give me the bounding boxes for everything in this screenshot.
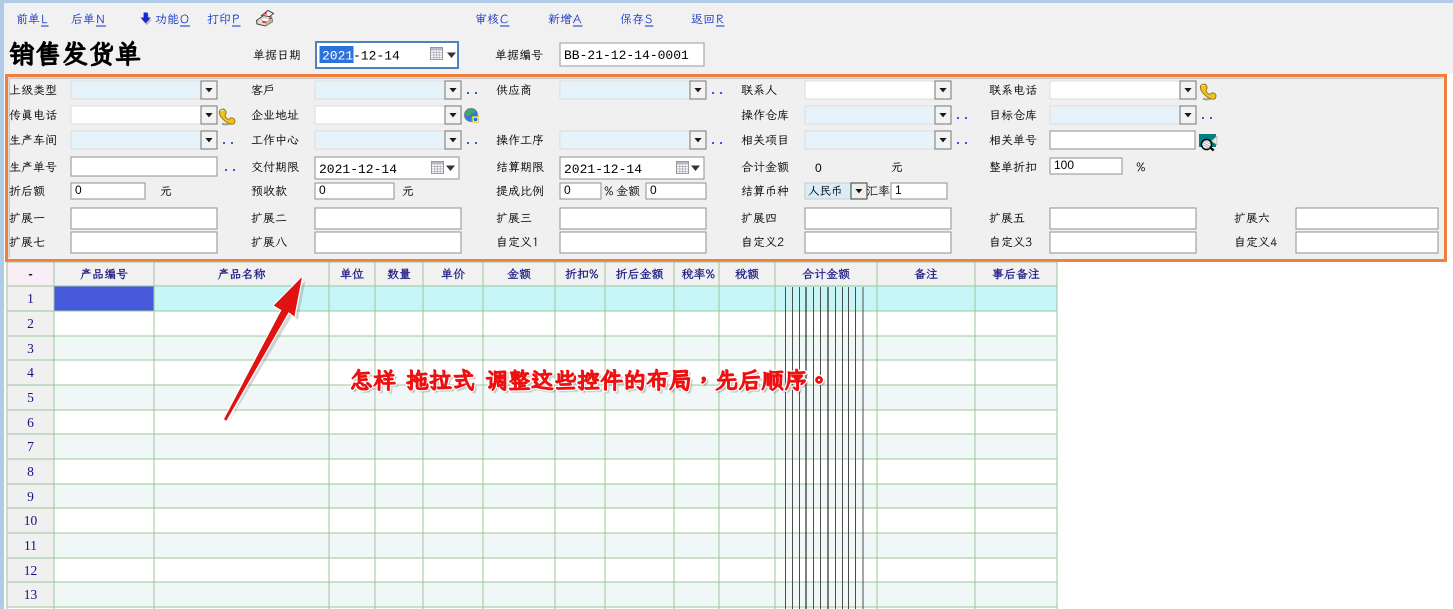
svg-text:9: 9 — [27, 489, 34, 504]
svg-text:5: 5 — [27, 390, 34, 405]
svg-text:2: 2 — [27, 316, 34, 331]
svg-text:2021-12-14: 2021-12-14 — [564, 162, 642, 177]
svg-text:-: - — [28, 266, 32, 281]
svg-text:7: 7 — [27, 439, 34, 454]
svg-text:3: 3 — [27, 341, 34, 356]
svg-text:6: 6 — [27, 415, 34, 430]
svg-text:100: 100 — [1054, 158, 1074, 172]
svg-text:0: 0 — [650, 183, 657, 197]
svg-text:0: 0 — [75, 183, 82, 197]
svg-text:0: 0 — [564, 183, 571, 197]
svg-text:2021-12-14: 2021-12-14 — [319, 162, 397, 177]
svg-text:12: 12 — [24, 563, 38, 578]
svg-text:0: 0 — [319, 183, 326, 197]
svg-text:-12-14: -12-14 — [353, 49, 400, 64]
svg-text:1: 1 — [27, 291, 34, 306]
svg-text:0: 0 — [815, 161, 822, 175]
svg-text:1: 1 — [895, 183, 902, 197]
svg-text:11: 11 — [24, 538, 37, 553]
svg-text:4: 4 — [27, 365, 34, 380]
svg-text:8: 8 — [27, 464, 34, 479]
svg-text:13: 13 — [24, 587, 38, 602]
svg-text:BB-21-12-14-0001: BB-21-12-14-0001 — [564, 48, 689, 63]
svg-text:10: 10 — [24, 513, 38, 528]
svg-text:2021: 2021 — [322, 49, 353, 64]
